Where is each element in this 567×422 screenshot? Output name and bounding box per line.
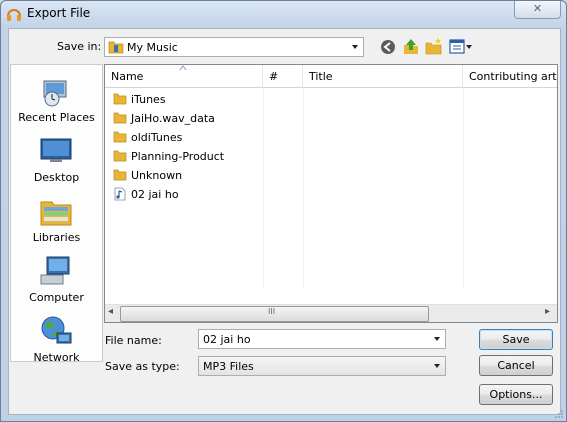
place-label: Desktop — [33, 171, 80, 184]
view-menu-icon[interactable] — [449, 38, 473, 56]
title-bar[interactable]: Export File ✕ — [1, 1, 566, 27]
file-name-label: File name: — [105, 334, 162, 347]
save-as-type-value: MP3 Files — [203, 360, 254, 373]
file-name-input[interactable]: 02 jai ho — [198, 329, 446, 349]
column-divider — [463, 88, 464, 288]
save-as-type-select[interactable]: MP3 Files — [198, 356, 446, 376]
place-label: Computer — [29, 291, 84, 304]
column-divider — [303, 88, 304, 288]
folder-icon — [113, 131, 127, 143]
folder-icon — [113, 169, 127, 181]
options-button[interactable]: Options... — [479, 384, 553, 405]
export-file-dialog: Export File ✕ Save in: My Music Recent P… — [0, 0, 567, 422]
file-name-value: 02 jai ho — [203, 333, 251, 346]
chevron-down-icon — [434, 364, 440, 368]
libraries-icon — [40, 201, 72, 226]
music-folder-icon — [108, 41, 124, 54]
new-folder-icon[interactable] — [425, 37, 443, 55]
place-libraries[interactable]: Libraries — [11, 191, 102, 249]
place-desktop[interactable]: Desktop — [11, 131, 102, 189]
file-list[interactable]: Name # Title Contributing art iTunes Jai… — [104, 64, 558, 323]
scrollbar-thumb[interactable]: III — [120, 306, 429, 322]
window-title: Export File — [27, 6, 91, 20]
cancel-button[interactable]: Cancel — [479, 355, 553, 376]
list-item[interactable]: iTunes — [113, 90, 263, 109]
list-item[interactable]: oldiTunes — [113, 128, 263, 147]
save-in-combo[interactable]: My Music — [104, 37, 364, 57]
column-header-label: Contributing art — [469, 70, 557, 83]
list-item[interactable]: Planning-Product — [113, 147, 263, 166]
column-header-label: Title — [309, 70, 333, 83]
close-button[interactable]: ✕ — [514, 1, 561, 19]
column-header-label: # — [269, 70, 279, 83]
save-as-type-label: Save as type: — [105, 360, 180, 373]
list-item[interactable]: Unknown — [113, 166, 263, 185]
save-in-label: Save in: — [57, 40, 102, 53]
dialog-body: Save in: My Music Recent Places Desktop … — [8, 28, 561, 415]
horizontal-scrollbar[interactable]: ◂ III ▸ — [105, 304, 557, 322]
place-computer[interactable]: Computer — [11, 251, 102, 309]
list-item-label: iTunes — [131, 93, 166, 106]
computer-icon — [40, 256, 70, 285]
column-header-number[interactable]: # — [263, 65, 303, 88]
column-header-title[interactable]: Title — [303, 65, 463, 88]
scroll-left-arrow[interactable]: ◂ — [108, 306, 113, 317]
back-icon[interactable] — [379, 38, 397, 56]
list-item-label: 02 jai ho — [131, 188, 179, 201]
places-bar: Recent Places Desktop Libraries Computer… — [10, 64, 103, 364]
scroll-right-arrow[interactable]: ▸ — [545, 306, 550, 317]
list-item-label: Planning-Product — [131, 150, 225, 163]
folder-icon — [113, 150, 127, 162]
headphones-icon — [7, 9, 21, 21]
sort-ascending-icon — [179, 65, 187, 71]
save-button[interactable]: Save — [479, 329, 553, 350]
list-item-label: oldiTunes — [131, 131, 183, 144]
audio-file-icon — [114, 187, 126, 201]
column-divider — [263, 88, 264, 288]
folder-icon — [113, 112, 127, 124]
folder-icon — [113, 93, 127, 105]
list-item-label: JaiHo.wav_data — [131, 112, 215, 125]
thumb-grip: III — [268, 307, 276, 316]
save-in-value: My Music — [127, 41, 178, 54]
place-recent-places[interactable]: Recent Places — [11, 71, 102, 129]
desktop-icon — [40, 138, 72, 162]
chevron-down-icon — [352, 45, 358, 49]
place-network[interactable]: Network — [11, 311, 102, 369]
place-label: Libraries — [32, 231, 81, 244]
column-header-name[interactable]: Name — [105, 65, 263, 88]
recent-places-icon — [43, 80, 67, 107]
place-label: Network — [33, 351, 80, 364]
column-header-label: Name — [111, 70, 144, 83]
place-label: Recent Places — [18, 111, 95, 124]
up-folder-icon[interactable] — [402, 37, 420, 55]
column-header-contributing-artists[interactable]: Contributing art — [463, 65, 557, 88]
list-item[interactable]: JaiHo.wav_data — [113, 109, 263, 128]
list-item[interactable]: 02 jai ho — [113, 185, 263, 204]
list-item-label: Unknown — [131, 169, 183, 182]
resize-grip-icon[interactable] — [554, 409, 564, 419]
network-icon — [41, 316, 72, 344]
chevron-down-icon — [434, 337, 440, 341]
